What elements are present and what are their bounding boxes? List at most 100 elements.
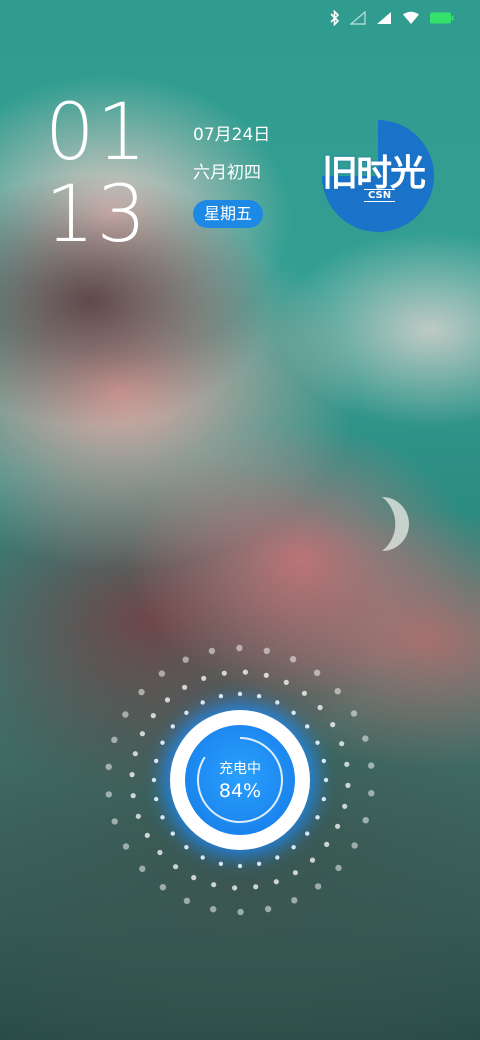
charging-dot <box>158 670 166 677</box>
charging-dot <box>291 710 296 715</box>
charging-dot <box>264 905 272 913</box>
charging-dot <box>368 762 375 769</box>
charging-dot <box>256 861 262 866</box>
lockscreen-clock: 01 13 <box>45 92 148 256</box>
charging-dot <box>292 870 298 876</box>
charging-dot <box>184 710 189 715</box>
clock-minutes: 13 <box>45 170 149 260</box>
charging-dot <box>122 843 130 850</box>
charging-dot <box>208 647 216 655</box>
charging-dot <box>237 863 243 869</box>
charging-dot <box>237 908 244 916</box>
charging-dot <box>321 758 326 764</box>
charging-dot <box>345 782 351 788</box>
charging-dot <box>362 817 369 824</box>
charging-dot <box>151 777 157 783</box>
charging-dot <box>330 722 336 728</box>
charging-dot <box>275 855 280 860</box>
charging-dot <box>242 669 248 675</box>
charging-dot <box>275 700 280 705</box>
charging-dot <box>323 777 329 783</box>
status-bar <box>330 10 454 26</box>
charging-dot <box>315 815 320 820</box>
charging-dot <box>191 875 197 881</box>
charging-dot <box>129 772 135 778</box>
clock-hours: 01 <box>45 88 149 178</box>
charging-dot <box>263 672 269 678</box>
charging-dot <box>105 791 112 798</box>
charging-dot <box>111 736 118 743</box>
charging-dot <box>344 761 350 767</box>
charging-dot <box>324 841 330 847</box>
charging-dot <box>159 884 167 891</box>
charging-dot <box>150 713 156 719</box>
date-block: 07月24日 六月初四 星期五 <box>193 124 270 238</box>
charging-dot <box>182 656 189 663</box>
charging-dot <box>160 815 165 820</box>
charging-dot <box>221 670 227 676</box>
signal-full-icon <box>377 12 391 24</box>
charging-dot <box>350 710 358 717</box>
charging-dot <box>283 679 289 685</box>
charging-dot <box>164 697 171 703</box>
charging-dot <box>154 758 159 764</box>
charging-dot <box>351 842 358 849</box>
charging-dot <box>236 644 243 652</box>
charging-dot <box>210 906 217 913</box>
charging-dot <box>182 684 188 690</box>
charging-dot <box>291 897 298 904</box>
charging-dot <box>335 823 341 829</box>
charging-dot <box>362 735 369 742</box>
charging-dot <box>184 845 189 850</box>
charging-dot <box>218 861 224 866</box>
charging-dot <box>334 688 341 695</box>
charging-dot <box>342 803 348 809</box>
charging-dot <box>200 700 205 705</box>
charging-dot <box>309 857 316 863</box>
charging-indicator: 充电中 84% <box>100 640 380 920</box>
signal-empty-icon <box>350 11 366 25</box>
charging-dot <box>273 879 279 885</box>
charging-dot <box>130 793 136 799</box>
weekday-badge: 星期五 <box>193 200 264 228</box>
charging-dot <box>315 740 320 745</box>
charging-dot <box>301 690 307 696</box>
charging-dot <box>335 864 342 872</box>
charging-dot <box>291 845 296 850</box>
charging-dot <box>122 711 129 718</box>
charging-dot <box>317 704 323 711</box>
charging-dot <box>200 855 205 860</box>
charging-dot <box>211 882 217 888</box>
charging-dot <box>173 864 179 870</box>
charging-dot <box>139 865 146 872</box>
charging-dot <box>183 897 191 904</box>
charging-dot <box>218 694 224 699</box>
charging-label: 充电中 <box>219 761 261 777</box>
charging-dot <box>139 731 145 737</box>
charging-dot <box>253 884 259 890</box>
bluetooth-icon <box>330 10 340 26</box>
charging-dot <box>305 724 310 729</box>
charging-dot <box>321 796 326 802</box>
charging-dot <box>201 675 207 681</box>
battery-percent: 84% <box>218 780 262 802</box>
lunar-date: 六月初四 <box>193 163 261 183</box>
logo-subtitle: CSN <box>364 189 396 202</box>
charging-dot <box>157 849 163 856</box>
battery-icon <box>430 12 454 24</box>
charging-dot <box>305 831 310 836</box>
charging-dot <box>170 724 175 729</box>
charging-dot <box>105 763 112 770</box>
charging-dot <box>138 688 145 696</box>
theme-logo: 旧时光 CSN <box>320 118 436 234</box>
charging-dot <box>368 790 375 797</box>
gregorian-date: 07月24日 <box>193 125 271 145</box>
charging-dot <box>111 818 118 825</box>
wifi-icon <box>403 11 419 24</box>
charging-dot <box>144 832 150 838</box>
charging-dot <box>313 669 321 676</box>
charging-dot <box>314 883 322 890</box>
charging-dot <box>339 741 345 747</box>
moon-icon <box>382 497 409 551</box>
charging-dot <box>170 831 175 836</box>
